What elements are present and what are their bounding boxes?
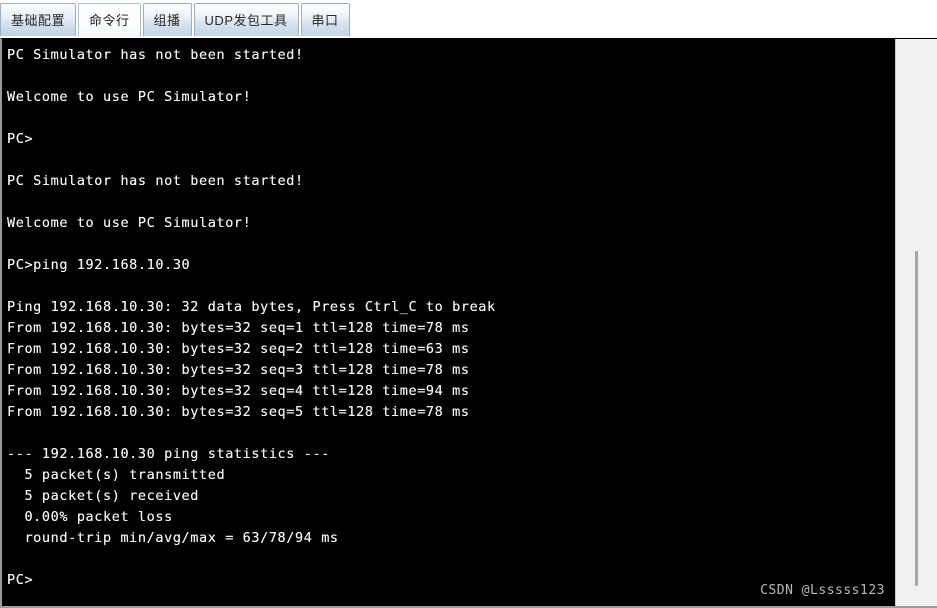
terminal-line: From 192.168.10.30: bytes=32 seq=5 ttl=1… [7,404,470,420]
terminal-line: From 192.168.10.30: bytes=32 seq=3 ttl=1… [7,362,470,378]
tab-label: 基础配置 [11,12,66,28]
terminal-line: round-trip min/avg/max = 63/78/94 ms [7,530,339,546]
tab-bar: 基础配置 命令行 组播 UDP发包工具 串口 [0,0,937,38]
terminal-line: PC Simulator has not been started! [7,173,304,189]
terminal-line: Welcome to use PC Simulator! [7,215,252,231]
terminal-line: From 192.168.10.30: bytes=32 seq=2 ttl=1… [7,341,470,357]
terminal-line: From 192.168.10.30: bytes=32 seq=1 ttl=1… [7,320,470,336]
terminal-line: PC> [7,572,34,588]
scrollbar-thumb[interactable] [915,251,918,586]
tab-label: UDP发包工具 [204,12,288,28]
terminal-line: 5 packet(s) received [7,488,200,504]
tab-label: 串口 [311,12,339,28]
terminal-line: PC Simulator has not been started! [7,47,304,63]
terminal-line: Welcome to use PC Simulator! [7,89,252,105]
terminal-line: 5 packet(s) transmitted [7,467,226,483]
terminal-line: --- 192.168.10.30 ping statistics --- [7,446,330,462]
terminal-output[interactable]: PC Simulator has not been started! Welco… [2,39,895,606]
pc-simulator-window: 基础配置 命令行 组播 UDP发包工具 串口 PC Simulator has not … [0,0,937,608]
tab-2[interactable]: 命令行 [78,3,141,36]
terminal-panel: PC Simulator has not been started! Welco… [0,38,937,608]
terminal-scrollbar[interactable] [895,39,937,606]
tab-label: 组播 [153,12,181,28]
tab-4[interactable]: UDP发包工具 [193,3,299,36]
terminal-line: From 192.168.10.30: bytes=32 seq=4 ttl=1… [7,383,470,399]
terminal-line: 0.00% packet loss [7,509,173,525]
terminal-line: PC> [7,131,34,147]
tab-label: 命令行 [89,12,130,28]
tab-5[interactable]: 串口 [300,3,350,36]
terminal-line: Ping 192.168.10.30: 32 data bytes, Press… [7,299,496,315]
terminal-line: PC>ping 192.168.10.30 [7,257,191,273]
tab-3[interactable]: 组播 [142,3,192,36]
tab-1[interactable]: 基础配置 [0,3,77,36]
